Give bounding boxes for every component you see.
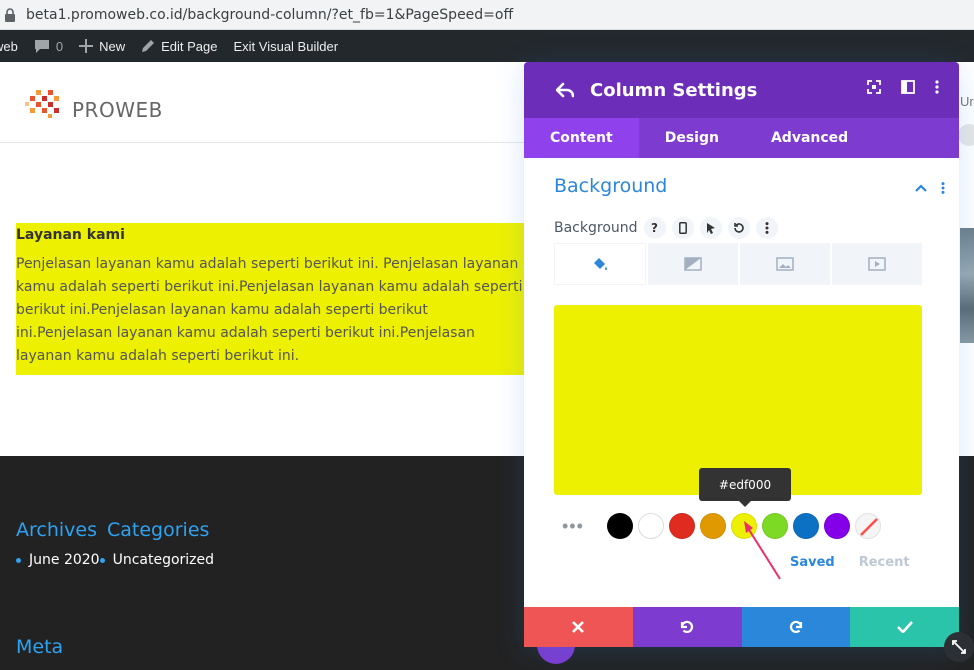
section-paragraph: Penjelasan layanan kamu adalah seperti b… <box>16 256 523 364</box>
field-more-icon[interactable] <box>755 217 778 239</box>
video-tab[interactable] <box>832 243 922 285</box>
split-view-icon[interactable] <box>901 80 915 94</box>
pencil-icon <box>142 40 155 52</box>
admin-exit-builder-link[interactable]: Exit Visual Builder <box>233 39 338 54</box>
column-content[interactable]: Layanan kami Penjelasan layanan kamu ada… <box>16 223 528 375</box>
chevron-up-icon[interactable] <box>915 184 927 192</box>
modal-footer <box>524 607 959 647</box>
admin-site-link[interactable]: web <box>0 39 18 54</box>
no-color-icon <box>860 518 878 536</box>
section-heading: Layanan kami <box>16 227 125 243</box>
logo-text: PROWEB <box>72 98 163 122</box>
admin-bar: web 0 New Edit Page Exit Visual Builder <box>0 30 974 62</box>
modal-title: Column Settings <box>590 79 758 101</box>
pointer-arrow <box>744 521 781 580</box>
proweb-logo-icon <box>25 90 59 118</box>
help-icon[interactable]: ? <box>643 217 666 239</box>
hover-cursor-icon[interactable] <box>699 217 722 239</box>
close-icon <box>572 621 585 633</box>
undo-button[interactable] <box>632 607 742 647</box>
expand-icon[interactable] <box>867 80 881 94</box>
admin-edit-page-link[interactable]: Edit Page <box>141 39 217 54</box>
gradient-icon <box>684 257 702 271</box>
resize-handle[interactable] <box>944 632 974 662</box>
right-edge-content: Ur <box>958 62 974 456</box>
image-icon <box>776 257 794 271</box>
reset-icon[interactable] <box>727 217 750 239</box>
color-preview[interactable] <box>554 305 922 495</box>
bullet-icon <box>99 557 105 563</box>
modal-tabs: Content Design Advanced <box>524 118 959 158</box>
background-field-label: Background <box>554 220 638 236</box>
resize-icon <box>952 640 966 654</box>
clipped-text: Ur <box>960 94 974 109</box>
swatch-clear[interactable] <box>855 513 881 539</box>
image-tab[interactable] <box>740 243 830 285</box>
undo-icon <box>681 620 694 634</box>
bullet-icon <box>16 557 21 563</box>
plus-icon <box>79 39 94 53</box>
comment-icon <box>34 39 49 53</box>
edit-page-label: Edit Page <box>161 38 218 54</box>
tab-content[interactable]: Content <box>524 118 639 158</box>
browser-address-bar[interactable]: beta1.promoweb.co.id/background-column/?… <box>0 0 974 30</box>
admin-new-link[interactable]: New <box>79 39 125 54</box>
recent-tab[interactable]: Recent <box>859 555 910 570</box>
background-field-row: Background ? <box>554 217 778 239</box>
modal-header: Column Settings <box>524 62 959 118</box>
redo-icon <box>789 620 802 634</box>
palette-tabs: Saved Recent <box>790 555 910 570</box>
swatch-white[interactable] <box>638 513 664 539</box>
save-button[interactable] <box>850 607 959 647</box>
discard-button[interactable] <box>524 607 633 647</box>
responsive-icon[interactable] <box>671 217 694 239</box>
swatch-purple[interactable] <box>824 513 850 539</box>
admin-comments-link[interactable]: 0 <box>34 39 63 54</box>
lock-icon <box>4 7 18 22</box>
more-swatches-icon[interactable]: ••• <box>562 516 602 537</box>
video-icon <box>868 257 886 271</box>
color-fill-tab[interactable] <box>554 243 646 285</box>
swatch-black[interactable] <box>607 513 633 539</box>
tab-design[interactable]: Design <box>639 118 745 158</box>
more-vertical-icon[interactable] <box>935 80 939 94</box>
modal-body: Background Background ? #edf000 ••• Save… <box>524 158 959 607</box>
gradient-tab[interactable] <box>648 243 738 285</box>
category-link-label: Uncategorized <box>112 552 215 568</box>
swatch-orange[interactable] <box>700 513 726 539</box>
color-tooltip: #edf000 <box>699 468 791 507</box>
site-logo[interactable]: PROWEB <box>24 82 163 122</box>
globe-icon <box>958 124 974 146</box>
archives-heading: Archives <box>16 519 97 541</box>
new-label: New <box>99 38 126 54</box>
checkmark-icon <box>896 621 913 633</box>
column-settings-modal: Column Settings Content Design Advanced … <box>524 62 959 647</box>
color-swatches: ••• <box>562 513 881 539</box>
archive-link[interactable]: June 2020 <box>16 552 100 568</box>
redo-button[interactable] <box>741 607 851 647</box>
meta-heading: Meta <box>16 636 64 658</box>
background-type-tabs <box>554 243 922 285</box>
categories-heading: Categories <box>107 519 210 541</box>
saved-tab[interactable]: Saved <box>790 555 835 570</box>
color-fill-icon <box>594 258 607 270</box>
swatch-blue[interactable] <box>793 513 819 539</box>
tab-advanced[interactable]: Advanced <box>745 118 874 158</box>
comments-count: 0 <box>55 38 64 54</box>
back-arrow-icon[interactable] <box>556 82 574 98</box>
category-link[interactable]: Uncategorized <box>99 552 215 568</box>
url-text[interactable]: beta1.promoweb.co.id/background-column/?… <box>26 7 513 23</box>
background-section-title[interactable]: Background <box>554 175 667 197</box>
section-more-icon[interactable] <box>941 182 945 194</box>
swatch-red[interactable] <box>669 513 695 539</box>
archive-link-label: June 2020 <box>29 552 100 568</box>
clipped-photo <box>960 228 974 343</box>
